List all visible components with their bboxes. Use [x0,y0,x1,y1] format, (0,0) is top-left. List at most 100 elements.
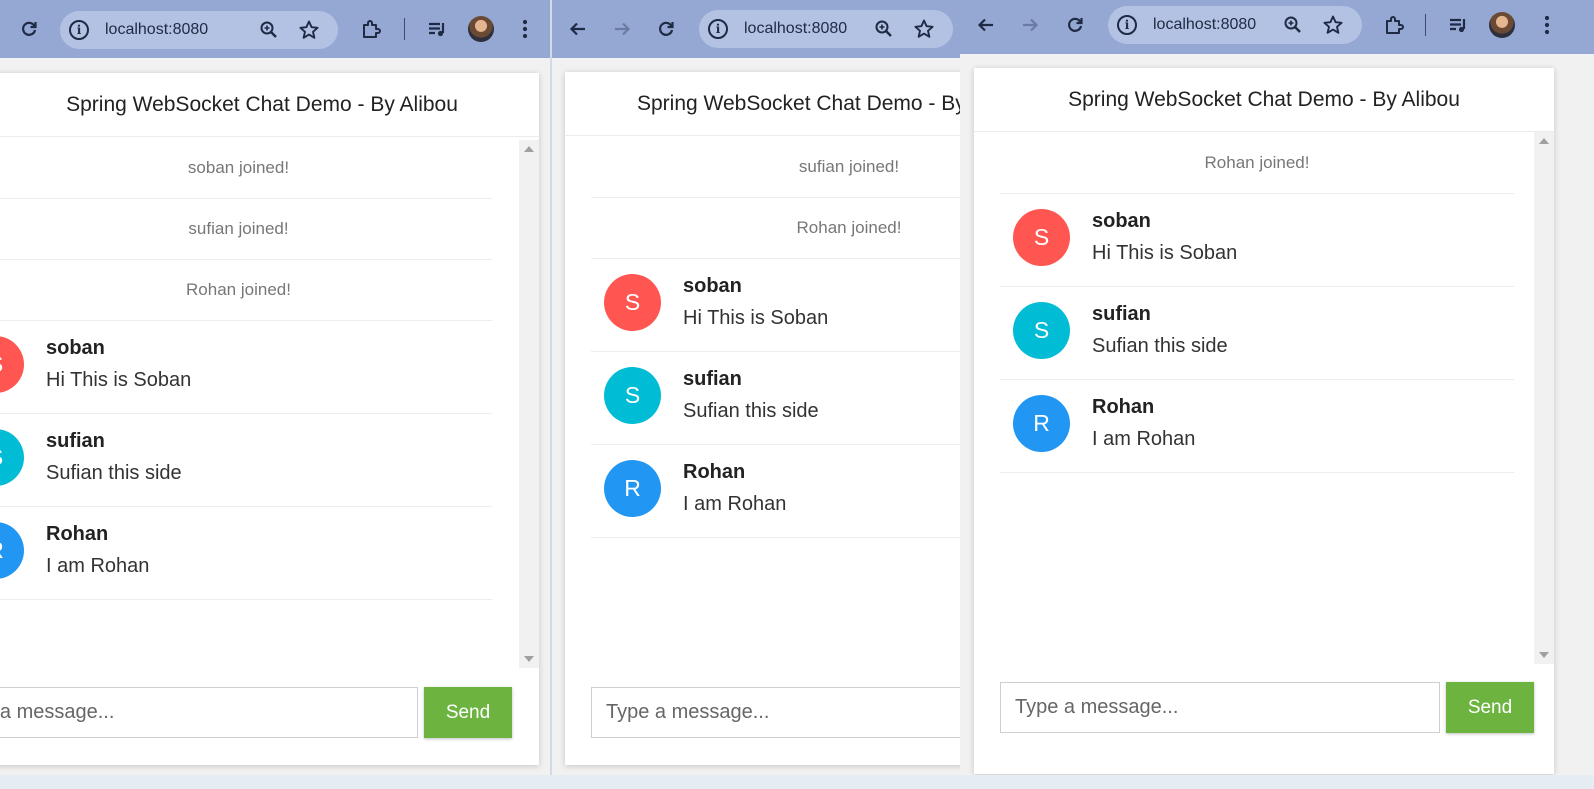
puzzle-icon[interactable] [1380,11,1408,39]
send-button[interactable]: Send [1446,682,1534,733]
chat-message: S sufian Sufian this side [591,352,962,445]
user-avatar: S [604,274,661,331]
toolbar-separator [1425,14,1426,36]
message-composer: Send [0,669,539,765]
address-bar[interactable]: i localhost:8080 [1108,6,1362,44]
reload-icon[interactable] [15,15,43,43]
message-sender: soban [683,275,742,297]
scrollbar[interactable] [519,140,539,668]
media-queue-icon[interactable] [1444,11,1472,39]
message-sender: soban [46,337,105,359]
site-info-icon[interactable]: i [708,19,728,39]
chat-message: R Rohan I am Rohan [0,507,492,600]
site-info-icon[interactable]: i [69,20,89,40]
browser-window-1: i localhost:8080 Spring WebSocket Chat D… [0,0,550,789]
chat-message: R Rohan I am Rohan [1000,380,1514,473]
user-avatar: S [604,367,661,424]
user-avatar: S [0,336,24,393]
message-area[interactable]: soban joined! sufian joined! Rohan joine… [0,138,539,669]
star-icon[interactable] [910,15,938,43]
address-bar[interactable]: i localhost:8080 [699,10,953,48]
site-info-icon[interactable]: i [1117,15,1137,35]
message-text: I am Rohan [1092,428,1196,450]
chat-header: Spring WebSocket Chat Demo - By Alibou [565,72,962,136]
profile-avatar[interactable] [1489,12,1515,38]
chat-message: S soban Hi This is Soban [0,321,492,414]
message-sender: Rohan [46,523,109,545]
message-sender: Rohan [1092,396,1155,418]
user-avatar: S [1013,209,1070,266]
chat-message: S sufian Sufian this side [1000,287,1514,380]
message-sender: sufian [683,368,742,390]
profile-avatar[interactable] [468,16,494,42]
browser-window-3: i localhost:8080 Spring WebSocket Chat D… [960,0,1594,789]
browser-window-2: i localhost:8080 Spring WebSocket Chat D… [552,0,962,789]
forward-arrow-icon[interactable] [608,15,636,43]
message-list: soban joined! sufian joined! Rohan joine… [0,138,492,600]
chat-message: R Rohan I am Rohan [591,445,962,538]
vertical-dots-icon[interactable] [1533,11,1561,39]
reload-icon[interactable] [1061,11,1089,39]
message-sender: soban [1092,210,1151,232]
puzzle-icon[interactable] [357,15,385,43]
browser-toolbar: i localhost:8080 [960,0,1594,54]
taskbar-strip [0,775,1594,789]
desktop: i localhost:8080 Spring WebSocket Chat D… [0,0,1594,789]
message-area[interactable]: sufian joined! Rohan joined! S soban Hi … [565,137,962,669]
url-text: localhost:8080 [744,20,848,37]
message-text: Sufian this side [46,462,182,484]
zoom-icon[interactable] [255,16,283,44]
chat-header: Spring WebSocket Chat Demo - By Alibou [0,73,539,137]
user-avatar: S [0,429,24,486]
message-text: I am Rohan [683,493,787,515]
message-text: Sufian this side [1092,335,1228,357]
message-list: sufian joined! Rohan joined! S soban Hi … [591,137,962,538]
zoom-icon[interactable] [1279,11,1307,39]
join-message: Rohan joined! [591,198,962,259]
message-input[interactable] [1000,682,1440,733]
scroll-down-icon[interactable] [1539,652,1549,658]
chat-message: S sufian Sufian this side [0,414,492,507]
scroll-up-icon[interactable] [524,146,534,152]
message-list: Rohan joined! S soban Hi This is Soban S… [1000,133,1514,473]
chat-container: Spring WebSocket Chat Demo - By Alibou s… [565,72,962,765]
forward-arrow-icon[interactable] [1016,11,1044,39]
join-message: sufian joined! [591,137,962,198]
chat-header: Spring WebSocket Chat Demo - By Alibou [974,68,1554,132]
url-text: localhost:8080 [105,21,209,38]
user-avatar: S [1013,302,1070,359]
join-message: soban joined! [0,138,492,199]
browser-toolbar: i localhost:8080 [552,0,962,58]
message-composer [591,669,962,765]
user-avatar: R [1013,395,1070,452]
join-message: sufian joined! [0,199,492,260]
chat-container: Spring WebSocket Chat Demo - By Alibou s… [0,73,539,765]
scroll-down-icon[interactable] [524,656,534,662]
join-message: Rohan joined! [1000,133,1514,194]
media-queue-icon[interactable] [423,15,451,43]
join-message: Rohan joined! [0,260,492,321]
chat-title: Spring WebSocket Chat Demo - By Alibou [66,92,458,116]
message-text: Hi This is Soban [683,307,829,329]
message-text: I am Rohan [46,555,150,577]
reload-icon[interactable] [652,15,680,43]
zoom-icon[interactable] [870,15,898,43]
message-text: Sufian this side [683,400,819,422]
back-arrow-icon[interactable] [564,15,592,43]
star-icon[interactable] [295,16,323,44]
scrollbar[interactable] [1534,132,1554,664]
url-text: localhost:8080 [1153,16,1257,33]
message-input[interactable] [0,687,418,738]
vertical-dots-icon[interactable] [511,15,539,43]
message-text: Hi This is Soban [1092,242,1238,264]
scroll-up-icon[interactable] [1539,138,1549,144]
star-icon[interactable] [1319,11,1347,39]
user-avatar: R [604,460,661,517]
message-sender: sufian [46,430,105,452]
send-button[interactable]: Send [424,687,512,738]
back-arrow-icon[interactable] [972,11,1000,39]
message-input[interactable] [591,687,962,738]
address-bar[interactable]: i localhost:8080 [60,11,338,49]
message-area[interactable]: Rohan joined! S soban Hi This is Soban S… [974,133,1554,664]
browser-toolbar: i localhost:8080 [0,0,550,58]
